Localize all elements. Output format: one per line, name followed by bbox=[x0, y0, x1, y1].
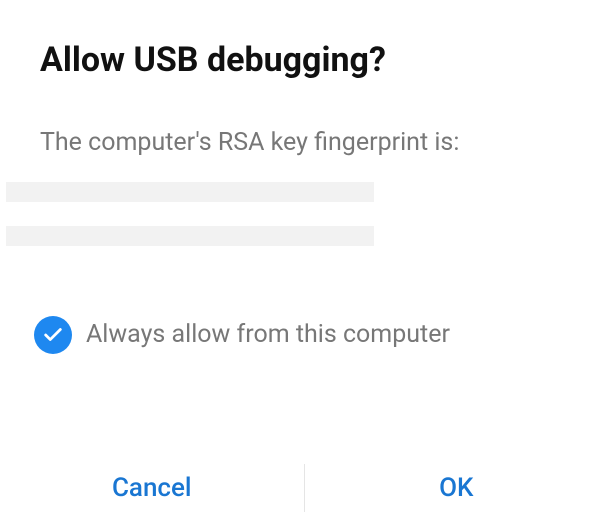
dialog-button-bar: Cancel OK bbox=[0, 453, 608, 523]
always-allow-checkbox[interactable]: Always allow from this computer bbox=[0, 270, 608, 354]
dialog-message: The computer's RSA key fingerprint is: bbox=[0, 82, 608, 160]
fingerprint-line bbox=[6, 226, 374, 246]
ok-button[interactable]: OK bbox=[305, 453, 608, 523]
checkmark-icon bbox=[34, 316, 72, 354]
cancel-button[interactable]: Cancel bbox=[0, 453, 304, 523]
fingerprint-placeholder bbox=[0, 160, 608, 246]
dialog-title: Allow USB debugging? bbox=[0, 0, 608, 82]
always-allow-label: Always allow from this computer bbox=[86, 320, 450, 349]
fingerprint-line bbox=[6, 182, 374, 202]
